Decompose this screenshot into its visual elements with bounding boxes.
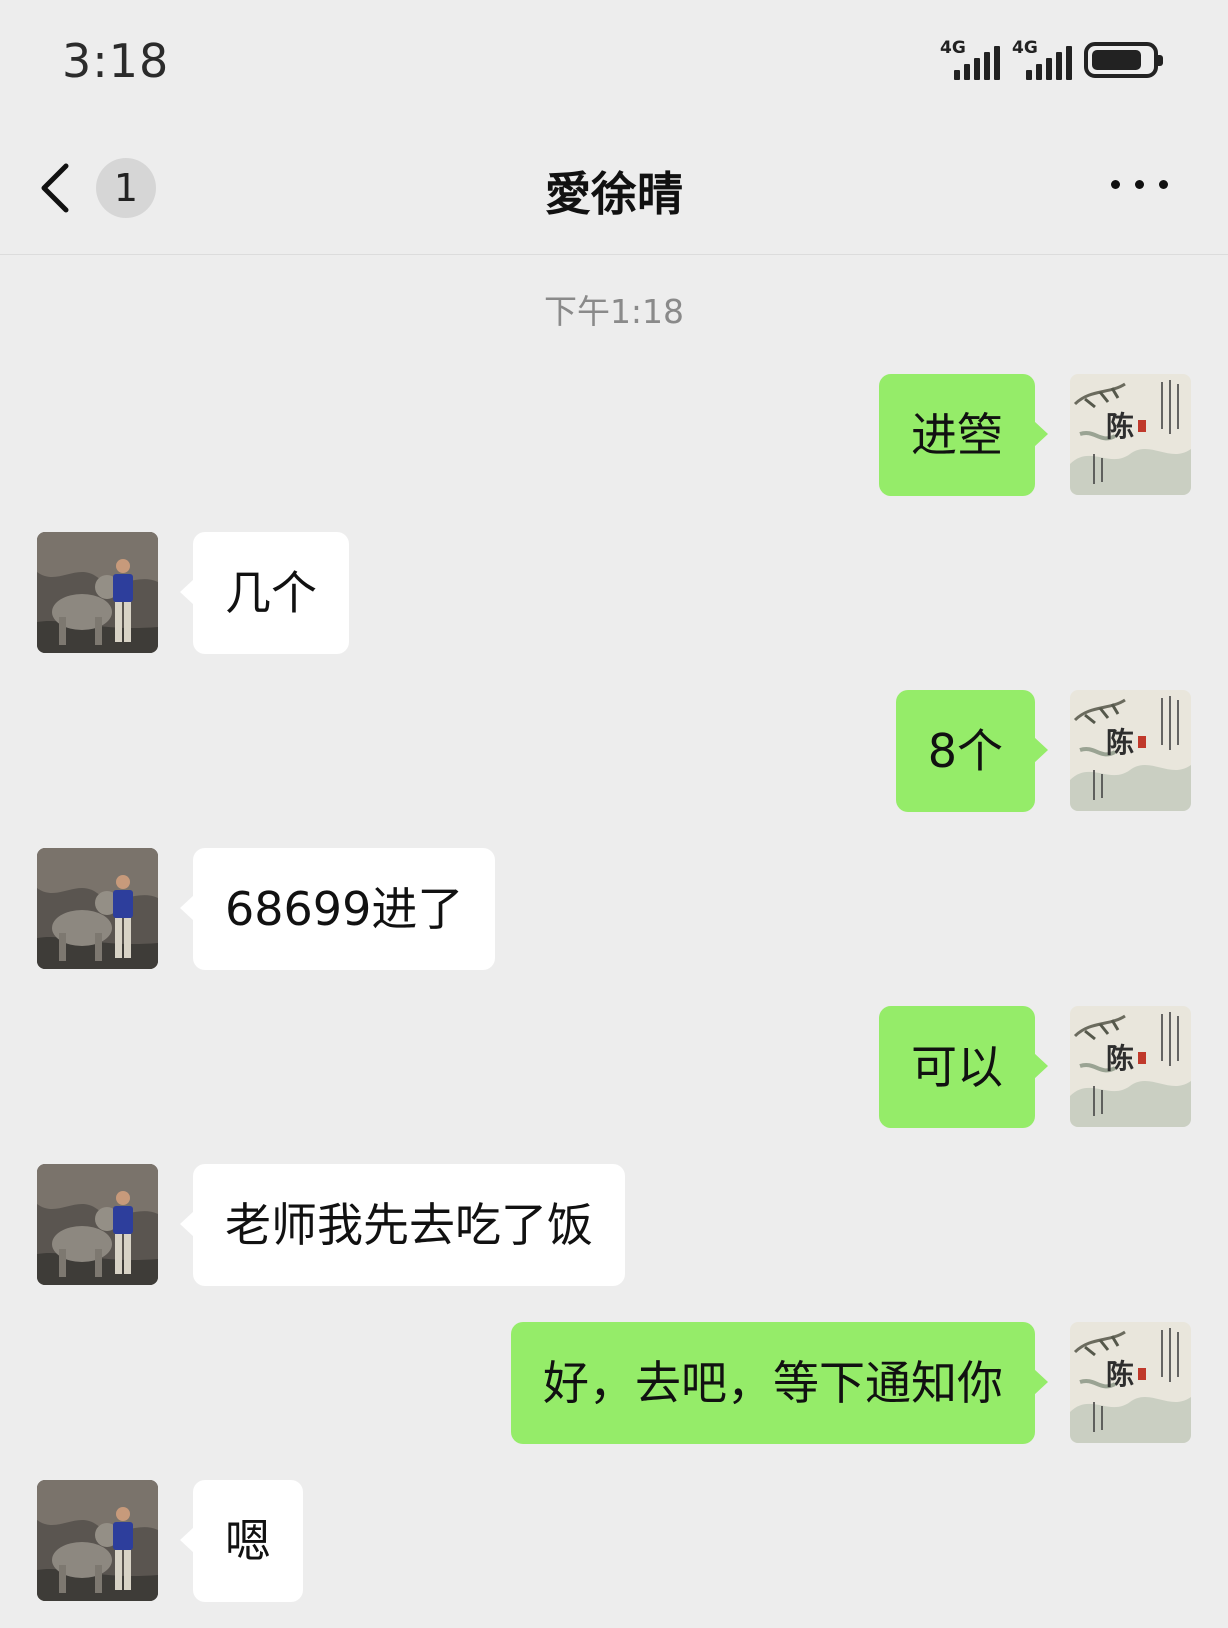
message-bubble[interactable]: 好，去吧，等下通知你 bbox=[511, 1322, 1048, 1444]
signal-icon: 4G bbox=[1012, 38, 1072, 82]
contact-avatar[interactable] bbox=[37, 532, 158, 653]
contact-avatar[interactable] bbox=[37, 1480, 158, 1601]
battery-icon bbox=[1084, 42, 1163, 78]
svg-text:陈: 陈 bbox=[1106, 410, 1134, 443]
message-outgoing: 陈 好，去吧，等下通知你 bbox=[0, 1322, 1228, 1444]
more-button[interactable] bbox=[1111, 180, 1168, 189]
message-outgoing: 陈 8个 bbox=[0, 690, 1228, 812]
message-bubble[interactable]: 老师我先去吃了饭 bbox=[180, 1164, 625, 1286]
my-avatar[interactable]: 陈 bbox=[1070, 1322, 1191, 1443]
message-incoming: 几个 bbox=[0, 532, 1228, 654]
message-bubble[interactable]: 几个 bbox=[180, 532, 349, 654]
my-avatar[interactable]: 陈 bbox=[1070, 374, 1191, 495]
message-bubble[interactable]: 进箜 bbox=[879, 374, 1048, 496]
contact-avatar[interactable] bbox=[37, 1164, 158, 1285]
chat-title: 愛徐晴 bbox=[545, 167, 683, 221]
status-icons: 4G 4G bbox=[940, 38, 1163, 82]
contact-avatar[interactable] bbox=[37, 848, 158, 969]
svg-text:陈: 陈 bbox=[1106, 1042, 1134, 1075]
message-bubble[interactable]: 68699进了 bbox=[179, 848, 496, 970]
message-outgoing: 陈 可以 bbox=[0, 1006, 1228, 1128]
message-bubble[interactable]: 嗯 bbox=[180, 1480, 303, 1602]
message-timestamp: 下午1:18 bbox=[543, 292, 685, 331]
message-bubble[interactable]: 8个 bbox=[895, 690, 1049, 812]
more-dots-icon bbox=[1111, 180, 1120, 189]
status-bar: 3:18 4G 4G bbox=[0, 0, 1228, 120]
svg-text:陈: 陈 bbox=[1106, 726, 1134, 759]
chat-header: 1 愛徐晴 bbox=[0, 120, 1228, 255]
message-outgoing: 陈 进箜 bbox=[0, 374, 1228, 496]
message-incoming: 嗯 bbox=[0, 1480, 1228, 1602]
my-avatar[interactable]: 陈 bbox=[1070, 690, 1191, 811]
message-bubble[interactable]: 可以 bbox=[879, 1006, 1048, 1128]
my-avatar[interactable]: 陈 bbox=[1070, 1006, 1191, 1127]
signal-icon: 4G bbox=[940, 38, 1000, 82]
battery-fill bbox=[1092, 50, 1141, 70]
svg-text:陈: 陈 bbox=[1106, 1358, 1134, 1391]
message-incoming: 68699进了 bbox=[0, 848, 1228, 970]
status-time: 3:18 bbox=[62, 34, 170, 88]
message-incoming: 老师我先去吃了饭 bbox=[0, 1164, 1228, 1286]
